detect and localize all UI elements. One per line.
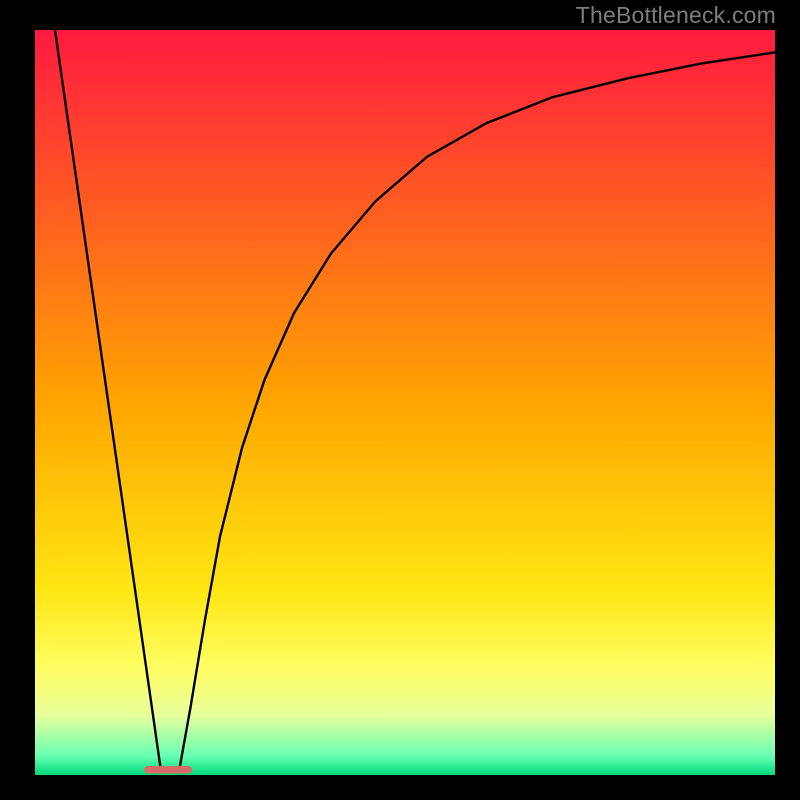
chart-marker-pill — [144, 766, 192, 773]
chart-frame: TheBottleneck.com — [0, 0, 800, 800]
chart-plot-area — [35, 30, 775, 775]
chart-svg — [35, 30, 775, 775]
watermark-text: TheBottleneck.com — [576, 2, 776, 29]
